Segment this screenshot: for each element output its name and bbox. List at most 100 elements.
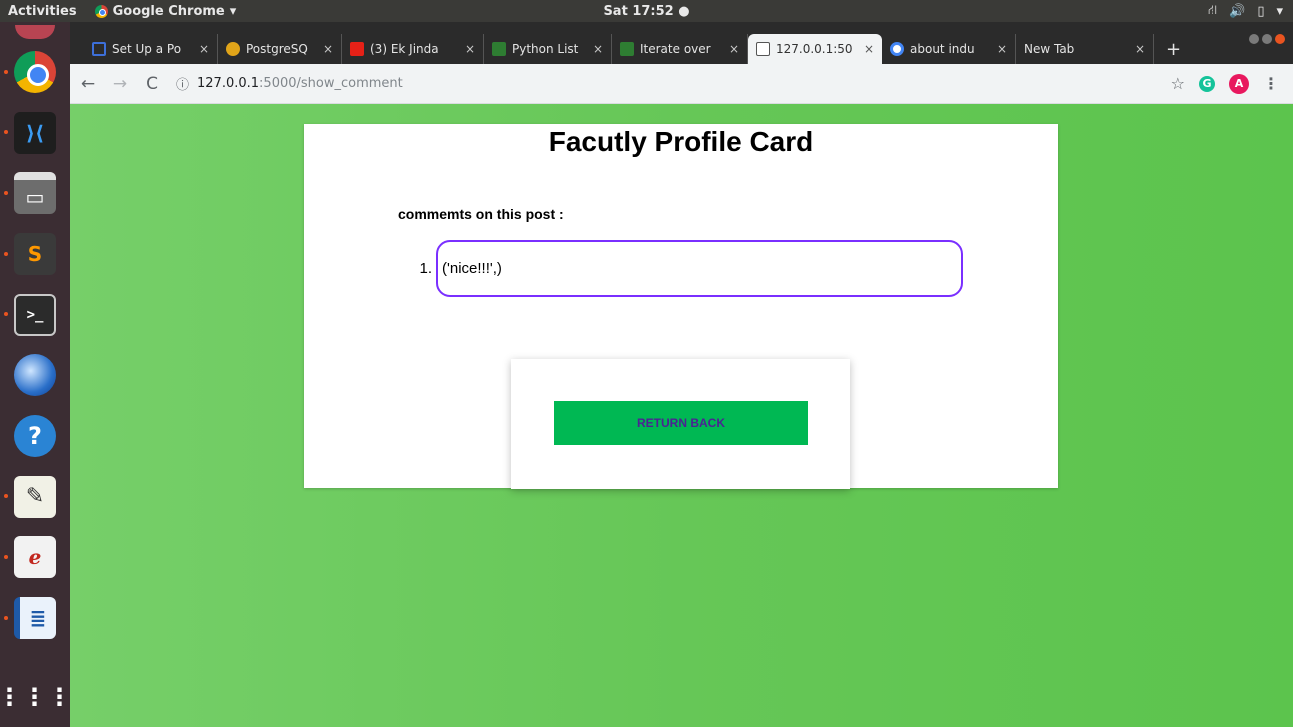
volume-icon: 🔊: [1229, 3, 1246, 19]
close-icon[interactable]: ×: [864, 42, 874, 56]
close-icon[interactable]: ×: [1135, 42, 1145, 56]
comments-heading: commemts on this post :: [398, 206, 564, 222]
list-item: 1. ('nice!!!',): [398, 240, 963, 297]
running-indicator: [4, 190, 8, 195]
tab-label: Python List: [512, 42, 579, 56]
dock-item-text-editor[interactable]: ✎: [0, 466, 70, 527]
dock-item-thunderbird[interactable]: [0, 345, 70, 406]
forward-button[interactable]: →: [106, 74, 134, 94]
close-icon[interactable]: ×: [593, 42, 603, 56]
postgres-icon: [226, 42, 240, 56]
menu-caret-icon: ▾: [1276, 3, 1283, 19]
address-bar[interactable]: ⓘ 127.0.0.1 :5000/show_comment: [176, 69, 1171, 99]
tab-label: 127.0.0.1:50: [776, 42, 853, 56]
more-menu-icon[interactable]: ⋮: [1263, 74, 1279, 93]
comment-text: ('nice!!!',): [436, 240, 963, 297]
ubuntu-logo-icon: [15, 24, 55, 39]
dock-item-show-apps[interactable]: ⋮⋮⋮: [0, 666, 72, 727]
running-indicator: [4, 69, 8, 74]
close-icon[interactable]: ×: [323, 42, 333, 56]
pdf-viewer-icon: ℯ: [14, 536, 56, 579]
dock-item-ubuntu-top: [0, 22, 70, 42]
dock-item-terminal[interactable]: >_: [0, 284, 70, 345]
running-indicator: [4, 130, 8, 135]
app-menu-label: Google Chrome: [112, 3, 225, 19]
files-icon: ▭: [14, 172, 56, 215]
tab-iterate-over[interactable]: Iterate over ×: [612, 34, 748, 64]
google-icon: [890, 42, 904, 56]
dock-item-chrome[interactable]: [0, 42, 70, 103]
terminal-icon: >_: [14, 293, 56, 336]
battery-icon: ▯: [1257, 3, 1265, 19]
network-icon: ⛙: [1207, 2, 1218, 18]
tab-localhost[interactable]: 127.0.0.1:50 ×: [748, 34, 882, 64]
tab-python-list[interactable]: Python List ×: [484, 34, 612, 64]
window-controls: [1249, 34, 1285, 44]
text-editor-icon: ✎: [14, 475, 56, 518]
tab-youtube[interactable]: (3) Ek Jinda ×: [342, 34, 484, 64]
dock-item-vscode[interactable]: ⟩⟨: [0, 102, 70, 163]
profile-avatar[interactable]: A: [1229, 73, 1249, 94]
tab-postgresql[interactable]: PostgreSQ ×: [218, 34, 342, 64]
reload-button[interactable]: C: [138, 74, 166, 94]
comments-list: 1. ('nice!!!',): [398, 240, 963, 297]
tab-strip: Set Up a Po × PostgreSQ × (3) Ek Jinda ×…: [70, 22, 1293, 64]
return-back-button[interactable]: RETURN BACK: [554, 401, 808, 445]
tab-set-up[interactable]: Set Up a Po ×: [84, 34, 218, 64]
running-indicator: [4, 615, 8, 620]
site-icon: [620, 42, 634, 56]
close-icon[interactable]: ×: [465, 42, 475, 56]
writer-icon: ≣: [14, 596, 56, 639]
close-window-button[interactable]: [1275, 34, 1285, 44]
tab-label: Set Up a Po: [112, 42, 182, 56]
youtube-icon: [350, 42, 364, 56]
app-menu[interactable]: Google Chrome ▾: [94, 3, 237, 19]
minimize-button[interactable]: [1249, 34, 1259, 44]
dock-item-pdf-viewer[interactable]: ℯ: [0, 527, 70, 588]
dock-item-sublime[interactable]: S: [0, 224, 70, 285]
comment-number: 1.: [419, 260, 432, 277]
back-button[interactable]: ←: [74, 74, 102, 94]
new-tab-button[interactable]: +: [1154, 34, 1193, 64]
chevron-down-icon: ▾: [229, 3, 237, 19]
return-panel: RETURN BACK: [511, 359, 850, 489]
page-icon: [756, 42, 770, 56]
grammarly-extension-icon[interactable]: G: [1199, 75, 1215, 92]
dock-item-help[interactable]: ?: [0, 406, 70, 467]
thunderbird-icon: [14, 354, 56, 397]
page-title: Facutly Profile Card: [548, 126, 814, 157]
running-indicator: [4, 251, 8, 256]
dock-item-files[interactable]: ▭: [0, 163, 70, 224]
tab-new-tab[interactable]: New Tab ×: [1016, 34, 1154, 64]
tab-label: about indu: [910, 42, 975, 56]
sublime-icon: S: [14, 232, 56, 275]
running-indicator: [4, 554, 8, 559]
tab-about-indu[interactable]: about indu ×: [882, 34, 1016, 64]
tab-label: PostgreSQ: [246, 42, 308, 56]
url-path: :5000/show_comment: [259, 76, 403, 91]
browser-toolbar: ← → C ⓘ 127.0.0.1 :5000/show_comment ☆ G…: [70, 64, 1293, 104]
help-icon: ?: [14, 414, 56, 457]
dock-item-writer[interactable]: ≣: [0, 588, 70, 649]
system-tray[interactable]: ⛙ 🔊 ▯ ▾: [1208, 3, 1283, 20]
toolbar-actions: ☆ G A ⋮: [1171, 73, 1279, 94]
running-indicator: [4, 494, 8, 499]
activities-button[interactable]: Activities: [0, 4, 85, 19]
bookmark-star-icon[interactable]: ☆: [1171, 74, 1185, 93]
close-icon[interactable]: ×: [199, 42, 209, 56]
url-host: 127.0.0.1: [197, 76, 260, 91]
chrome-icon: [14, 50, 56, 93]
vscode-icon: ⟩⟨: [14, 111, 56, 154]
site-icon: [492, 42, 506, 56]
chrome-icon: [94, 4, 108, 18]
tab-label: New Tab: [1024, 42, 1075, 56]
maximize-button[interactable]: [1262, 34, 1272, 44]
close-icon[interactable]: ×: [729, 42, 739, 56]
page-viewport: Facutly Profile Card commemts on this po…: [70, 104, 1293, 727]
dock: ⟩⟨ ▭ S >_ ? ✎ ℯ ≣ ⋮⋮⋮: [0, 22, 72, 727]
running-indicator: [4, 312, 8, 317]
tab-label: Iterate over: [640, 42, 711, 56]
info-icon[interactable]: ⓘ: [176, 74, 189, 93]
close-icon[interactable]: ×: [997, 42, 1007, 56]
profile-card: Facutly Profile Card commemts on this po…: [304, 124, 1058, 489]
